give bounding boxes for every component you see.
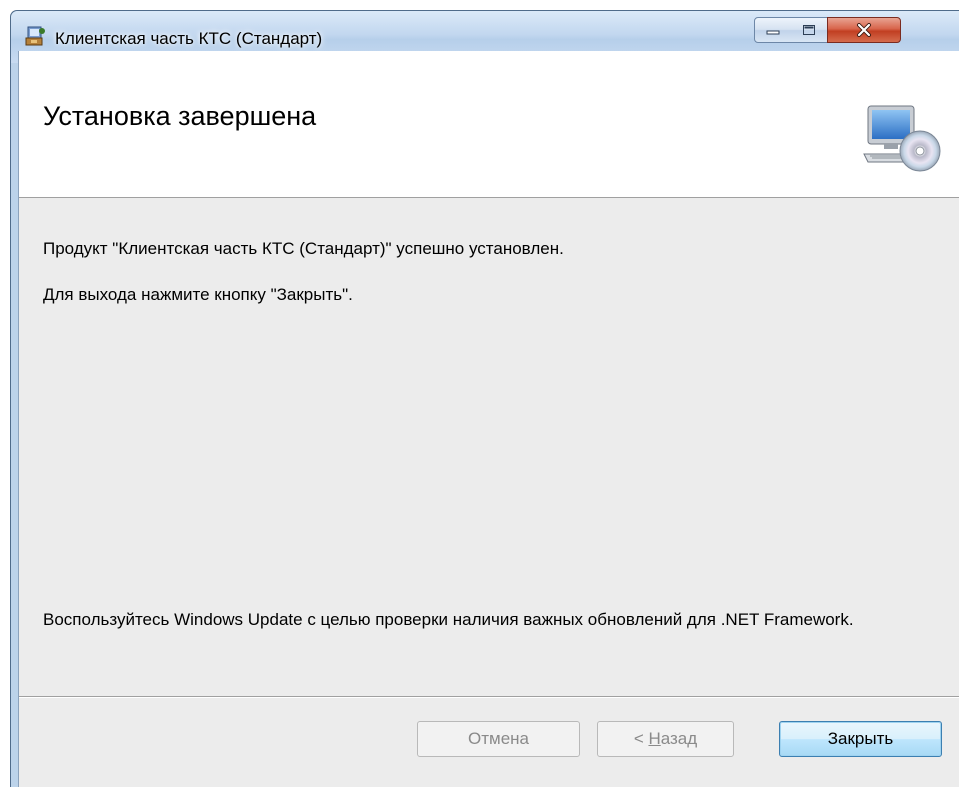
installer-icon: [25, 25, 47, 47]
back-button[interactable]: < Назад: [597, 721, 734, 757]
maximize-button[interactable]: [791, 17, 828, 43]
dialog-client-area: Установка завершена Продукт "Клиентская …: [18, 51, 959, 787]
minimize-button[interactable]: [754, 17, 792, 43]
computer-cd-icon: [862, 104, 942, 174]
back-button-label: азад: [660, 729, 698, 748]
minimize-icon: [766, 30, 780, 35]
close-icon: [857, 23, 871, 37]
header-banner: Установка завершена: [19, 51, 959, 198]
back-button-prefix: <: [633, 729, 649, 748]
maximize-icon: [803, 25, 815, 35]
close-window-button[interactable]: [827, 17, 901, 43]
page-title: Установка завершена: [43, 101, 317, 131]
success-message: Продукт "Клиентская часть КТС (Стандарт)…: [43, 239, 564, 258]
close-button[interactable]: Закрыть: [779, 721, 942, 757]
cancel-button[interactable]: Отмена: [417, 721, 580, 757]
window-title: Клиентская часть КТС (Стандарт): [55, 29, 323, 48]
back-button-accelerator: Н: [648, 729, 661, 748]
exit-instruction: Для выхода нажмите кнопку "Закрыть".: [43, 285, 353, 304]
installer-window: Клиентская часть КТС (Стандарт) Установк…: [10, 10, 959, 787]
windows-update-note: Воспользуйтесь Windows Update с целью пр…: [43, 610, 854, 629]
footer-separator: [19, 696, 959, 698]
